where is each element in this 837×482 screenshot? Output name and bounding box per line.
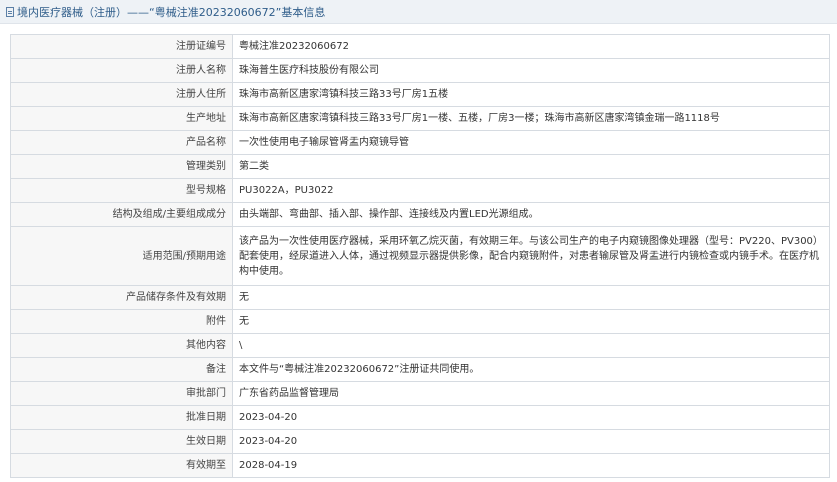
page-title: 境内医疗器械（注册）——“粤械注准20232060672”基本信息 bbox=[17, 5, 326, 19]
row-value: 珠海普生医疗科技股份有限公司 bbox=[232, 58, 830, 83]
row-value: 广东省药品监督管理局 bbox=[232, 381, 830, 406]
table-row: 注册证编号 粤械注准20232060672 bbox=[10, 34, 830, 59]
row-value: 2023-04-20 bbox=[232, 405, 830, 430]
table-row: 管理类别 第二类 bbox=[10, 154, 830, 179]
row-label: 产品储存条件及有效期 bbox=[10, 285, 233, 310]
document-icon bbox=[6, 6, 14, 17]
row-value: 粤械注准20232060672 bbox=[232, 34, 830, 59]
row-label: 附件 bbox=[10, 309, 233, 334]
row-label: 审批部门 bbox=[10, 381, 233, 406]
row-value: 无 bbox=[232, 309, 830, 334]
table-row: 其他内容 \ bbox=[10, 333, 830, 358]
row-label: 型号规格 bbox=[10, 178, 233, 203]
table-row: 备注 本文件与“粤械注准20232060672”注册证共同使用。 bbox=[10, 357, 830, 382]
row-label: 有效期至 bbox=[10, 453, 233, 478]
row-label: 备注 bbox=[10, 357, 233, 382]
table-row: 产品储存条件及有效期 无 bbox=[10, 285, 830, 310]
table-row: 批准日期 2023-04-20 bbox=[10, 405, 830, 430]
row-label: 注册人名称 bbox=[10, 58, 233, 83]
row-value: \ bbox=[232, 333, 830, 358]
row-label: 生产地址 bbox=[10, 106, 233, 131]
row-label: 其他内容 bbox=[10, 333, 233, 358]
row-label: 适用范围/预期用途 bbox=[10, 226, 233, 286]
page-header: 境内医疗器械（注册）——“粤械注准20232060672”基本信息 bbox=[0, 0, 837, 24]
row-value: 2023-04-20 bbox=[232, 429, 830, 454]
table-row: 适用范围/预期用途 该产品为一次性使用医疗器械，采用环氧乙烷灭菌，有效期三年。与… bbox=[10, 226, 830, 286]
row-label: 注册人住所 bbox=[10, 82, 233, 107]
table-row: 注册人名称 珠海普生医疗科技股份有限公司 bbox=[10, 58, 830, 83]
row-value: PU3022A，PU3022 bbox=[232, 178, 830, 203]
table-row: 结构及组成/主要组成成分 由头端部、弯曲部、插入部、操作部、连接线及内置LED光… bbox=[10, 202, 830, 227]
row-value: 珠海市高新区唐家湾镇科技三路33号厂房1五楼 bbox=[232, 82, 830, 107]
row-value: 珠海市高新区唐家湾镇科技三路33号厂房1一楼、五楼，厂房3一楼；珠海市高新区唐家… bbox=[232, 106, 830, 131]
row-label: 批准日期 bbox=[10, 405, 233, 430]
table-row: 审批部门 广东省药品监督管理局 bbox=[10, 381, 830, 406]
table-row: 型号规格 PU3022A，PU3022 bbox=[10, 178, 830, 203]
info-table: 注册证编号 粤械注准20232060672 注册人名称 珠海普生医疗科技股份有限… bbox=[10, 34, 830, 478]
table-row: 有效期至 2028-04-19 bbox=[10, 453, 830, 478]
row-label: 注册证编号 bbox=[10, 34, 233, 59]
row-label: 结构及组成/主要组成成分 bbox=[10, 202, 233, 227]
row-value: 由头端部、弯曲部、插入部、操作部、连接线及内置LED光源组成。 bbox=[232, 202, 830, 227]
row-value: 本文件与“粤械注准20232060672”注册证共同使用。 bbox=[232, 357, 830, 382]
row-value: 2028-04-19 bbox=[232, 453, 830, 478]
info-panel: 注册证编号 粤械注准20232060672 注册人名称 珠海普生医疗科技股份有限… bbox=[10, 34, 830, 478]
row-value: 一次性使用电子输尿管肾盂内窥镜导管 bbox=[232, 130, 830, 155]
table-row: 生产地址 珠海市高新区唐家湾镇科技三路33号厂房1一楼、五楼，厂房3一楼；珠海市… bbox=[10, 106, 830, 131]
row-label: 生效日期 bbox=[10, 429, 233, 454]
table-row: 附件 无 bbox=[10, 309, 830, 334]
row-label: 管理类别 bbox=[10, 154, 233, 179]
table-row: 注册人住所 珠海市高新区唐家湾镇科技三路33号厂房1五楼 bbox=[10, 82, 830, 107]
row-value: 第二类 bbox=[232, 154, 830, 179]
row-value: 该产品为一次性使用医疗器械，采用环氧乙烷灭菌，有效期三年。与该公司生产的电子内窥… bbox=[232, 226, 830, 286]
row-label: 产品名称 bbox=[10, 130, 233, 155]
row-value: 无 bbox=[232, 285, 830, 310]
table-row: 生效日期 2023-04-20 bbox=[10, 429, 830, 454]
table-row: 产品名称 一次性使用电子输尿管肾盂内窥镜导管 bbox=[10, 130, 830, 155]
